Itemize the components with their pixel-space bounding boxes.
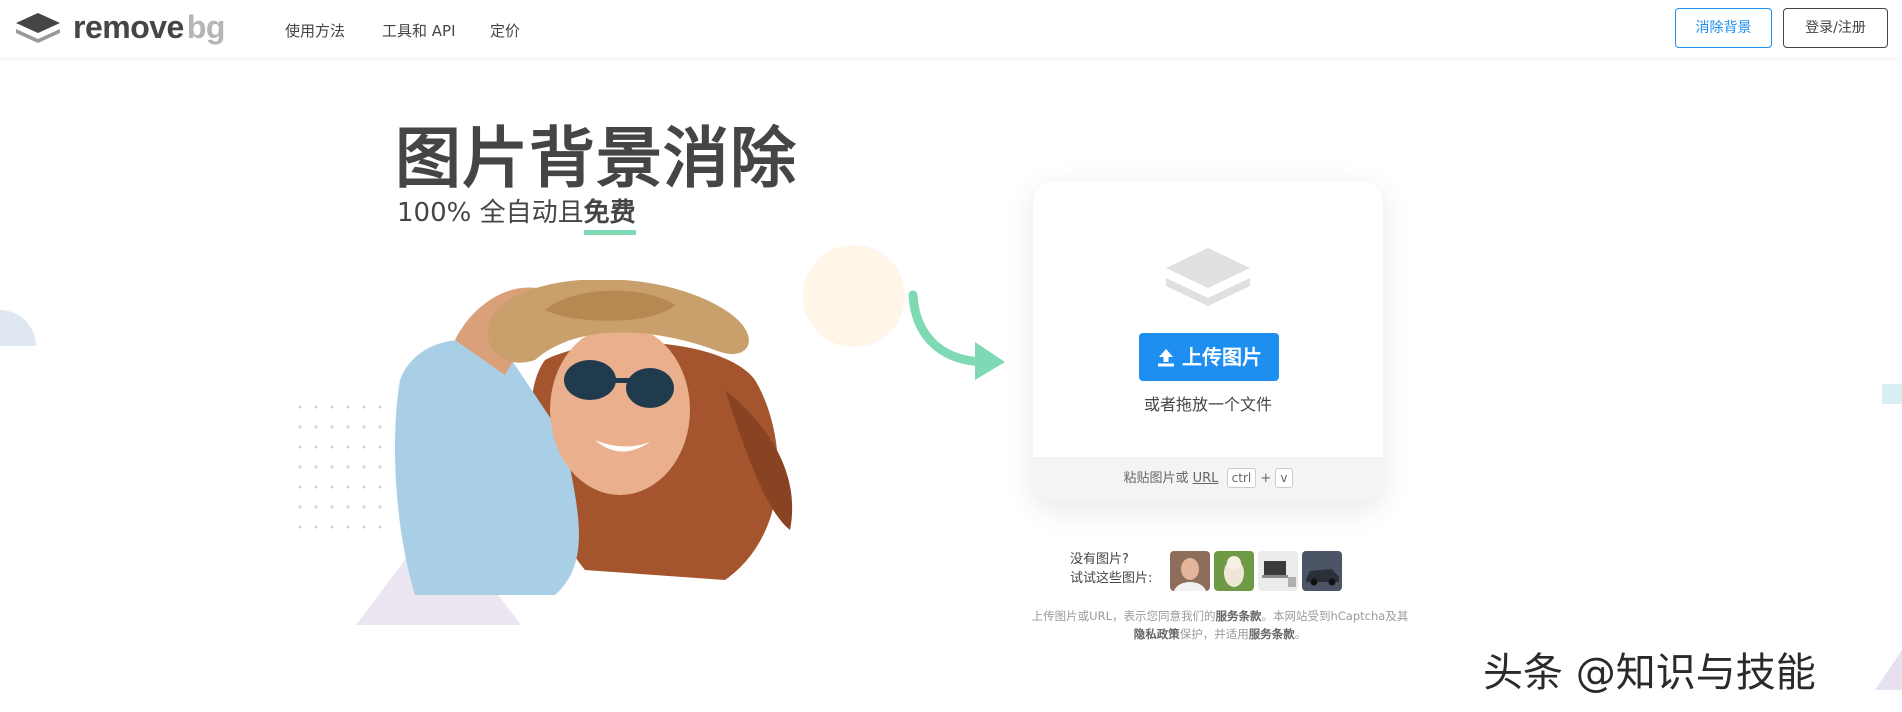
- hero-woman-photo: [395, 280, 793, 595]
- sample-thumb-woman[interactable]: [1170, 551, 1210, 591]
- upload-image-button[interactable]: 上传图片: [1139, 333, 1279, 381]
- brand-logo-text[interactable]: removebg: [73, 9, 225, 46]
- terms-of-service-link[interactable]: 服务条款: [1215, 609, 1261, 623]
- decor-square: [1882, 384, 1902, 404]
- page-subtitle: 100% 全自动且免费: [397, 192, 636, 235]
- privacy-policy-link[interactable]: 隐私政策: [1134, 627, 1180, 641]
- sample-images-label: 没有图片? 试试这些图片:: [1070, 550, 1152, 588]
- remove-background-button[interactable]: 消除背景: [1675, 8, 1772, 48]
- decor-arrow-icon: [908, 290, 1005, 380]
- decor-pale-circle: [803, 245, 905, 347]
- login-signup-button[interactable]: 登录/注册: [1783, 8, 1888, 48]
- sample-thumb-car[interactable]: [1302, 551, 1342, 591]
- upload-button-label: 上传图片: [1182, 345, 1262, 369]
- decor-corner-triangle: [1875, 650, 1902, 690]
- key-v: v: [1275, 468, 1293, 488]
- key-plus: +: [1260, 471, 1272, 486]
- terms-notice: 上传图片或URL，表示您同意我们的服务条款。本网站受到hCaptcha及其隐私政…: [1030, 607, 1410, 643]
- paste-prefix: 粘贴图片或: [1123, 471, 1193, 486]
- upload-icon: [1158, 349, 1174, 367]
- key-ctrl: ctrl: [1226, 468, 1257, 488]
- nav-how-to-use[interactable]: 使用方法: [285, 20, 345, 41]
- subtitle-free: 免费: [583, 198, 636, 235]
- terms-part1: 上传图片或URL，表示您同意我们的: [1031, 609, 1216, 623]
- page-title: 图片背景消除: [395, 120, 797, 197]
- layers-icon: [1166, 248, 1250, 306]
- nav-pricing[interactable]: 定价: [490, 20, 520, 41]
- sample-label-line1: 没有图片?: [1070, 552, 1129, 567]
- paste-url-link[interactable]: URL: [1193, 471, 1219, 486]
- nav-tools-api[interactable]: 工具和 API: [382, 20, 456, 41]
- decor-half-circle: [0, 310, 36, 346]
- subtitle-text: 100% 全自动且: [397, 198, 584, 228]
- top-nav-bar: removebg 使用方法 工具和 API 定价 消除背景 登录/注册: [0, 0, 1902, 57]
- decor-dot-grid: [292, 397, 388, 539]
- paste-bar[interactable]: 粘贴图片或 URL ctrl + v: [1033, 457, 1383, 501]
- brand-remove: remove: [73, 9, 184, 45]
- sample-thumb-alpaca[interactable]: [1214, 551, 1254, 591]
- upload-card[interactable]: 上传图片 或者拖放一个文件 粘贴图片或 URL ctrl + v: [1033, 181, 1383, 501]
- terms-part5: 保护，并适用: [1179, 627, 1249, 641]
- sample-label-line2: 试试这些图片:: [1070, 571, 1153, 586]
- sample-thumb-laptop[interactable]: [1258, 551, 1298, 591]
- terms-of-service-link-2[interactable]: 服务条款: [1249, 627, 1295, 641]
- drop-file-text: 或者拖放一个文件: [1143, 395, 1272, 414]
- terms-part3: 。本网站受到hCaptcha及其: [1261, 609, 1409, 623]
- brand-bg: bg: [186, 9, 226, 45]
- terms-part7: 。: [1294, 627, 1307, 641]
- removebg-logo-icon[interactable]: [16, 13, 60, 45]
- watermark-text: 头条 @知识与技能: [1483, 650, 1816, 696]
